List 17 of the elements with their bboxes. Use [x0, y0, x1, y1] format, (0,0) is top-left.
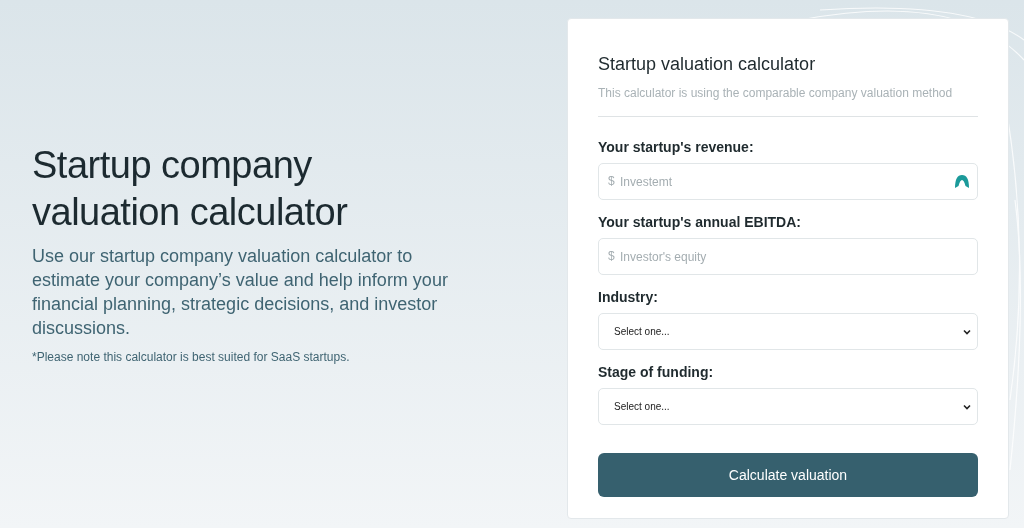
select-field[interactable]: Select one... — [598, 313, 978, 350]
arch-icon[interactable] — [954, 174, 970, 188]
calculate-button[interactable]: Calculate valuation — [598, 453, 978, 497]
card-subtitle: This calculator is using the comparable company valuation method — [598, 85, 953, 102]
card-title: Startup valuation calculator — [598, 53, 816, 76]
description: Use our startup company valuation calculator to estimate your company’s value and help inform your financial planning, strategic decisions, and investor discussions. — [32, 245, 449, 340]
chevron-down-icon — [963, 403, 971, 410]
field-label: Your startup's annual EBITDA: — [598, 213, 801, 232]
dollar-sign: $ — [608, 174, 615, 188]
note: *Please note this calculator is best suited for SaaS startups. — [32, 349, 350, 366]
field-label: Your startup's revenue: — [598, 138, 754, 157]
dollar-sign: $ — [608, 249, 615, 263]
field-label: Stage of funding: — [598, 363, 714, 382]
chevron-down-icon — [963, 328, 971, 335]
page-title: Startup company valuation calculator — [32, 143, 349, 235]
select-field[interactable]: Select one... — [598, 388, 978, 425]
field-label: Industry: — [598, 288, 658, 307]
